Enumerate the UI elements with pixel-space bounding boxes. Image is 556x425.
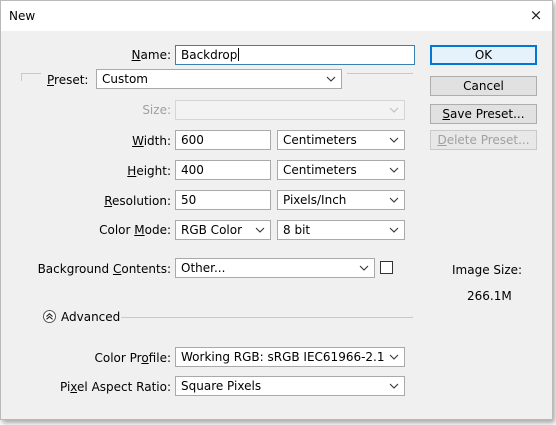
pixel-aspect-ratio-label: Pixel Aspect Ratio: <box>59 380 171 394</box>
chevron-down-icon <box>388 223 400 237</box>
color-profile-select[interactable]: Working RGB: sRGB IEC61966-2.1 <box>175 347 405 367</box>
save-preset-button[interactable]: Save Preset... <box>430 104 537 124</box>
chevron-down-icon <box>358 261 370 275</box>
close-icon[interactable]: × <box>528 7 544 23</box>
color-mode-label: Color Mode: <box>99 223 171 237</box>
new-document-dialog: New × Name: Backdrop Preset: Custom Size… <box>0 0 553 420</box>
height-input[interactable]: 400 <box>175 160 271 180</box>
chevron-down-icon <box>388 163 400 177</box>
size-select <box>175 100 405 120</box>
preset-group-line-right <box>347 73 413 74</box>
image-size-label: Image Size: <box>452 263 523 277</box>
color-profile-label: Color Profile: <box>94 351 171 365</box>
chevron-down-icon <box>388 193 400 207</box>
background-color-swatch[interactable] <box>380 261 393 274</box>
delete-preset-button: Delete Preset... <box>430 130 537 150</box>
preset-group-line-left <box>21 73 41 74</box>
background-contents-label: Background Contents: <box>37 262 171 276</box>
cancel-button[interactable]: Cancel <box>430 76 537 96</box>
title-bar: New × <box>1 1 552 31</box>
advanced-toggle-button[interactable] <box>43 310 56 323</box>
bit-depth-select[interactable]: 8 bit <box>277 220 405 240</box>
resolution-input[interactable]: 50 <box>175 190 271 210</box>
advanced-label: Advanced <box>61 310 121 324</box>
chevron-down-icon <box>254 223 266 237</box>
preset-select[interactable]: Custom <box>96 69 342 89</box>
name-input[interactable]: Backdrop <box>175 45 415 65</box>
name-label: Name: <box>131 48 171 62</box>
chevron-down-icon <box>388 133 400 147</box>
ok-button[interactable]: OK <box>430 45 537 65</box>
text-caret <box>238 48 240 61</box>
double-chevron-up-icon <box>46 313 53 320</box>
advanced-group-line <box>121 317 413 318</box>
width-label: Width: <box>132 134 171 148</box>
size-label: Size: <box>142 103 171 117</box>
chevron-down-icon <box>388 350 400 364</box>
pixel-aspect-ratio-select[interactable]: Square Pixels <box>175 376 405 396</box>
chevron-down-icon <box>388 379 400 393</box>
preset-label: Preset: <box>47 73 89 87</box>
chevron-down-icon <box>388 103 400 117</box>
preset-group-line-corner <box>21 73 22 81</box>
width-unit-select[interactable]: Centimeters <box>277 130 405 150</box>
resolution-label: Resolution: <box>104 194 171 208</box>
height-unit-select[interactable]: Centimeters <box>277 160 405 180</box>
resolution-unit-select[interactable]: Pixels/Inch <box>277 190 405 210</box>
chevron-down-icon <box>325 72 337 86</box>
height-label: Height: <box>127 164 171 178</box>
dialog-title: New <box>9 9 36 23</box>
color-mode-select[interactable]: RGB Color <box>175 220 271 240</box>
background-contents-select[interactable]: Other... <box>175 258 375 278</box>
image-size-value: 266.1M <box>467 289 512 303</box>
width-input[interactable]: 600 <box>175 130 271 150</box>
